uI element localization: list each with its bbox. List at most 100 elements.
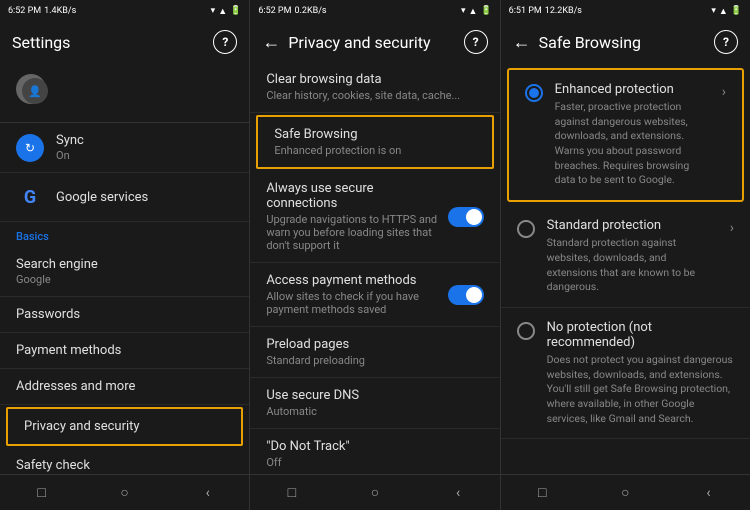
safe-browsing-title: Safe Browsing: [539, 33, 706, 52]
status-left-3: 6:51 PM 12.2KB/s: [509, 6, 582, 16]
back-button-3[interactable]: ←: [513, 32, 531, 53]
safety-check-label: Safety check: [16, 458, 233, 473]
secure-connections-sub: Upgrade navigations to HTTPS and warn yo…: [266, 213, 439, 252]
secure-connections-label: Always use secure connections: [266, 181, 439, 211]
payment-methods-label: Payment methods: [16, 343, 233, 358]
nav-square-2[interactable]: □: [277, 483, 307, 503]
sync-item[interactable]: ↻ Sync On: [0, 123, 249, 173]
privacy-security-item[interactable]: Privacy and security: [6, 407, 243, 446]
avatar-stack: 👤 👤: [16, 74, 52, 110]
settings-scroll[interactable]: 👤 👤 ↻ Sync On G Google services: [0, 62, 249, 474]
nav-square-1[interactable]: □: [27, 483, 57, 503]
do-not-track-item[interactable]: "Do Not Track" Off: [250, 429, 499, 474]
no-protection-radio[interactable]: [517, 322, 535, 340]
status-right-1: ▾ ▲ 🔋: [211, 6, 242, 17]
secure-connections-row: Always use secure connections Upgrade na…: [266, 181, 483, 252]
do-not-track-sub: Off: [266, 456, 483, 469]
back-button-2[interactable]: ←: [262, 32, 280, 53]
top-bar-privacy: ← Privacy and security ?: [250, 22, 499, 62]
payment-methods-item[interactable]: Payment methods: [0, 333, 249, 369]
addresses-label: Addresses and more: [16, 379, 233, 394]
status-right-2: ▾ ▲ 🔋: [461, 6, 492, 17]
nav-bar-2: □ ○ ‹: [250, 474, 499, 510]
help-button-2[interactable]: ?: [464, 30, 488, 54]
wifi-icon-2: ▾: [461, 6, 466, 16]
network-3: 12.2KB/s: [545, 6, 582, 16]
top-bar-settings: Settings ?: [0, 22, 249, 62]
network-2: 0.2KB/s: [294, 6, 326, 16]
wifi-icon-3: ▾: [711, 6, 716, 16]
nav-circle-2[interactable]: ○: [360, 483, 390, 503]
battery-icon-3: 🔋: [731, 6, 742, 16]
passwords-item[interactable]: Passwords: [0, 297, 249, 333]
secure-dns-item[interactable]: Use secure DNS Automatic: [250, 378, 499, 429]
signal-icon-1: ▲: [218, 6, 227, 17]
nav-back-1[interactable]: ‹: [193, 483, 223, 503]
help-button-3[interactable]: ?: [714, 30, 738, 54]
privacy-title: Privacy and security: [288, 33, 455, 52]
sync-label: Sync: [56, 133, 233, 148]
enhanced-radio-dot: [529, 88, 539, 98]
payment-methods-privacy-label: Access payment methods: [266, 273, 439, 288]
safe-browsing-scroll[interactable]: Enhanced protection Faster, proactive pr…: [501, 62, 750, 474]
enhanced-protection-text: Enhanced protection Faster, proactive pr…: [555, 82, 710, 188]
search-engine-item[interactable]: Search engine Google: [0, 247, 249, 297]
no-protection-item[interactable]: No protection (not recommended) Does not…: [501, 308, 750, 439]
standard-radio[interactable]: [517, 220, 535, 238]
battery-icon-1: 🔋: [230, 6, 241, 16]
sync-sub: On: [56, 149, 233, 162]
google-services-item[interactable]: G Google services: [0, 173, 249, 222]
nav-square-3[interactable]: □: [527, 483, 557, 503]
enhanced-protection-label: Enhanced protection: [555, 82, 710, 97]
no-protection-label: No protection (not recommended): [547, 320, 734, 350]
clear-browsing-sub: Clear history, cookies, site data, cache…: [266, 89, 483, 102]
privacy-scroll[interactable]: Clear browsing data Clear history, cooki…: [250, 62, 499, 474]
nav-back-3[interactable]: ‹: [693, 483, 723, 503]
safe-browsing-inner[interactable]: Safe Browsing Enhanced protection is on: [258, 117, 491, 167]
enhanced-protection-sub: Faster, proactive protection against dan…: [555, 100, 710, 188]
safe-browsing-sub: Enhanced protection is on: [274, 144, 475, 157]
network-1: 1.4KB/s: [44, 6, 76, 16]
standard-chevron: ›: [730, 220, 734, 236]
standard-protection-item[interactable]: Standard protection Standard protection …: [501, 206, 750, 308]
secure-connections-item[interactable]: Always use secure connections Upgrade na…: [250, 171, 499, 263]
enhanced-radio[interactable]: [525, 84, 543, 102]
toggle-dot-2: [466, 287, 482, 303]
nav-circle-1[interactable]: ○: [110, 483, 140, 503]
help-button-1[interactable]: ?: [213, 30, 237, 54]
nav-bar-1: □ ○ ‹: [0, 474, 249, 510]
secure-connections-toggle[interactable]: [448, 207, 484, 227]
battery-icon-2: 🔋: [480, 6, 491, 16]
secure-connections-text: Always use secure connections Upgrade na…: [266, 181, 447, 252]
addresses-item[interactable]: Addresses and more: [0, 369, 249, 405]
enhanced-chevron: ›: [722, 84, 726, 100]
nav-bar-3: □ ○ ‹: [501, 474, 750, 510]
clear-browsing-item[interactable]: Clear browsing data Clear history, cooki…: [250, 62, 499, 113]
safety-check-item[interactable]: Safety check: [0, 448, 249, 474]
status-bar-2: 6:52 PM 0.2KB/s ▾ ▲ 🔋: [250, 0, 499, 22]
preload-pages-label: Preload pages: [266, 337, 483, 352]
enhanced-protection-item[interactable]: Enhanced protection Faster, proactive pr…: [507, 68, 744, 202]
privacy-panel: 6:52 PM 0.2KB/s ▾ ▲ 🔋 ← Privacy and secu…: [250, 0, 500, 510]
preload-pages-sub: Standard preloading: [266, 354, 483, 367]
nav-circle-3[interactable]: ○: [610, 483, 640, 503]
clear-browsing-label: Clear browsing data: [266, 72, 483, 87]
signal-icon-2: ▲: [469, 6, 478, 17]
search-engine-sub: Google: [16, 273, 233, 286]
payment-methods-toggle[interactable]: [448, 285, 484, 305]
signal-icon-3: ▲: [719, 6, 728, 17]
preload-pages-item[interactable]: Preload pages Standard preloading: [250, 327, 499, 378]
do-not-track-label: "Do Not Track": [266, 439, 483, 454]
payment-methods-privacy-item[interactable]: Access payment methods Allow sites to ch…: [250, 263, 499, 327]
payment-methods-text: Access payment methods Allow sites to ch…: [266, 273, 447, 316]
no-protection-text: No protection (not recommended) Does not…: [547, 320, 734, 426]
enhanced-protection-inner[interactable]: Enhanced protection Faster, proactive pr…: [509, 70, 742, 200]
secure-dns-label: Use secure DNS: [266, 388, 483, 403]
wifi-icon-1: ▾: [211, 6, 216, 16]
basics-header: Basics: [0, 222, 249, 247]
safe-browsing-item[interactable]: Safe Browsing Enhanced protection is on: [256, 115, 493, 169]
time-1: 6:52 PM: [8, 6, 41, 16]
nav-back-2[interactable]: ‹: [443, 483, 473, 503]
time-2: 6:52 PM: [258, 6, 291, 16]
safe-browsing-label: Safe Browsing: [274, 127, 475, 142]
